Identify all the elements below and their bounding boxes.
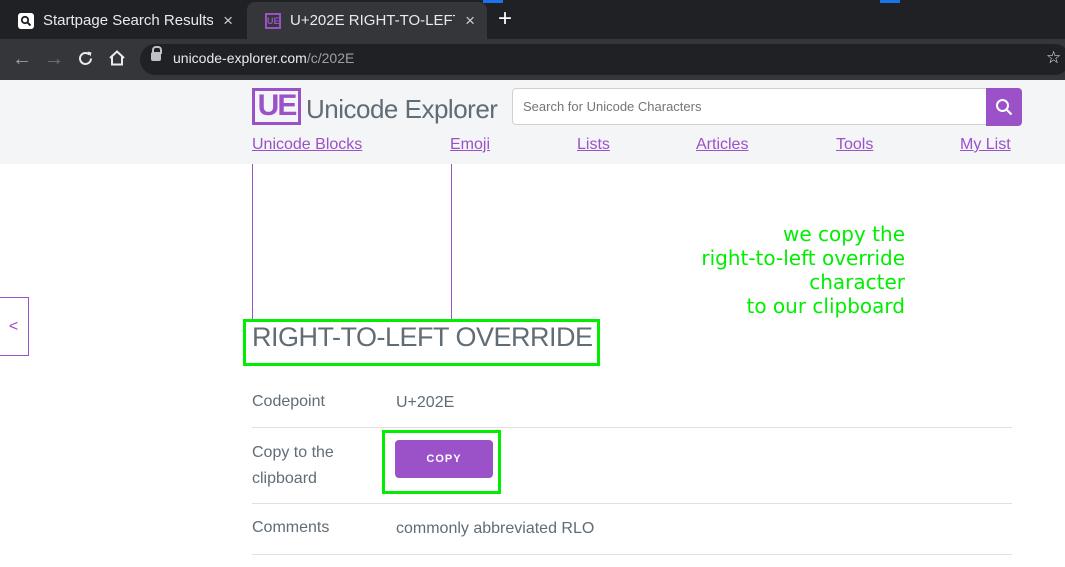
codepoint-label: Codepoint: [252, 393, 325, 410]
search-icon: [996, 99, 1013, 116]
title-highlight-box: [243, 319, 600, 366]
comments-value: commonly abbreviated RLO: [396, 520, 595, 537]
nav-unicode-blocks[interactable]: Unicode Blocks: [252, 136, 362, 154]
close-icon[interactable]: ×: [223, 11, 233, 31]
codepoint-value: U+202E: [396, 394, 455, 411]
annotation-text: we copy the right-to-left override chara…: [701, 222, 905, 318]
copy-label: Copy to the clipboard: [252, 444, 334, 487]
character-glyph-box: [252, 164, 452, 319]
tab-strip-indicator: [483, 0, 503, 3]
table-divider: [252, 427, 1012, 428]
tab-strip-indicator: [880, 0, 900, 3]
site-logo-text[interactable]: Unicode Explorer: [306, 94, 498, 125]
nav-my-list[interactable]: My List: [960, 136, 1011, 154]
tab-title: U+202E RIGHT-TO-LEFT OVERRIDE: [290, 12, 455, 29]
tab-unicode-explorer[interactable]: UE U+202E RIGHT-TO-LEFT OVERRIDE ×: [247, 2, 487, 39]
home-icon[interactable]: [108, 49, 126, 67]
new-tab-button[interactable]: +: [498, 7, 512, 31]
copy-highlight-box: [382, 430, 501, 494]
back-arrow-icon[interactable]: ←: [12, 48, 32, 70]
url-text[interactable]: unicode-explorer.com/c/202E: [173, 50, 354, 66]
table-divider: [252, 503, 1012, 504]
close-icon[interactable]: ×: [465, 11, 475, 31]
search-icon: [18, 12, 34, 29]
star-icon[interactable]: ☆: [1046, 48, 1061, 68]
tab-title: Startpage Search Results: [43, 12, 213, 29]
comments-label: Comments: [252, 519, 330, 536]
lock-icon: [151, 46, 162, 61]
reload-icon[interactable]: [77, 50, 94, 67]
nav-articles[interactable]: Articles: [696, 136, 748, 154]
unicode-explorer-icon: UE: [265, 12, 281, 29]
previous-character-button[interactable]: <: [0, 297, 29, 356]
nav-emoji[interactable]: Emoji: [450, 136, 490, 154]
site-logo-icon[interactable]: UE: [252, 88, 301, 125]
search-button[interactable]: [986, 88, 1022, 126]
nav-lists[interactable]: Lists: [577, 136, 610, 154]
table-divider: [252, 554, 1012, 555]
forward-arrow-icon[interactable]: →: [44, 48, 64, 70]
nav-tools[interactable]: Tools: [836, 136, 873, 154]
search-input[interactable]: [512, 88, 986, 125]
tab-startpage[interactable]: Startpage Search Results ×: [0, 4, 245, 37]
